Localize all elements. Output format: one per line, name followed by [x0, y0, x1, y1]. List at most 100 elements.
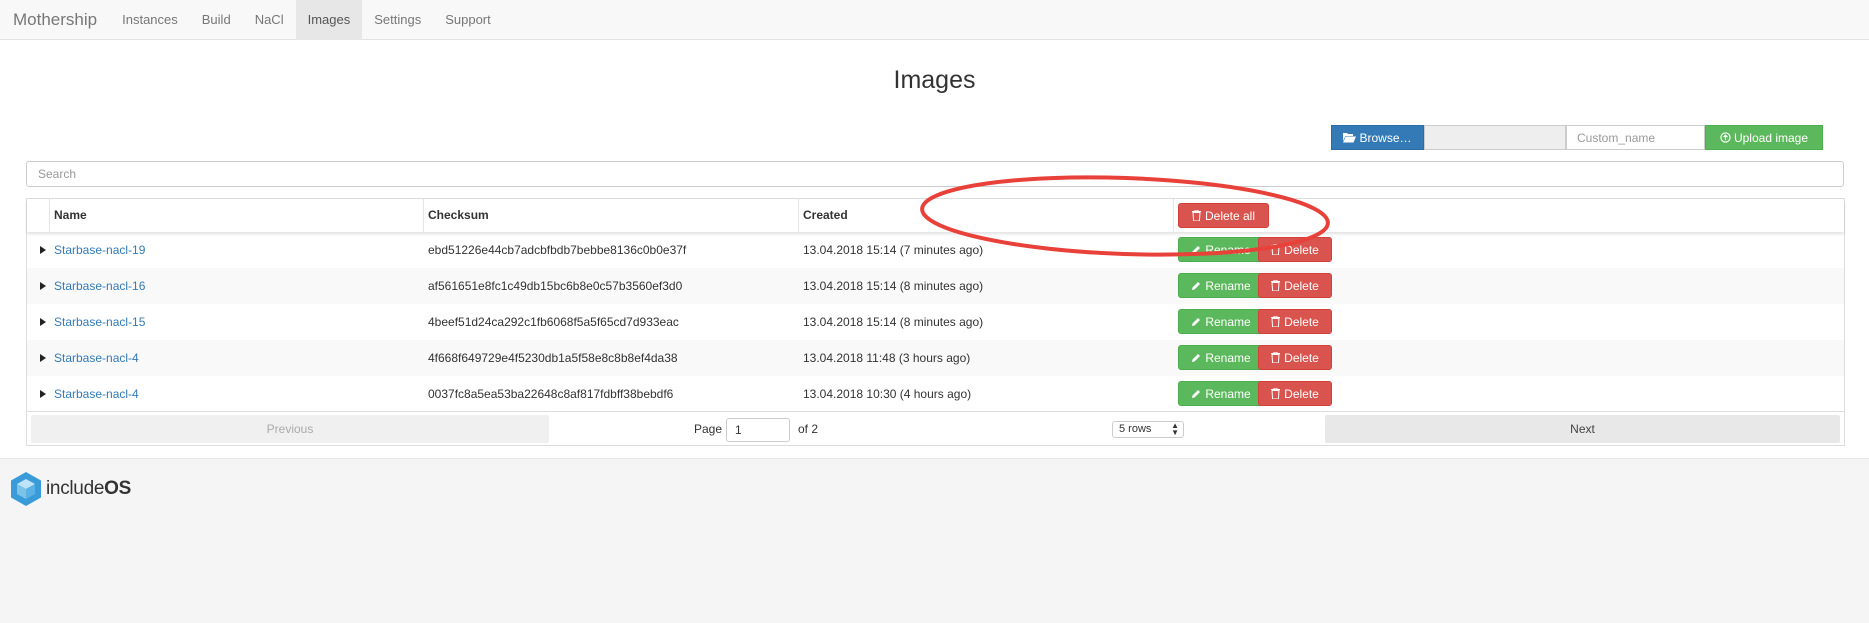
top-navbar: Mothership Instances Build NaCl Images S…: [0, 0, 1869, 40]
images-table: Name Checksum Created Delete all Starbas…: [26, 198, 1845, 446]
next-button[interactable]: Next: [1325, 415, 1840, 443]
created-cell: 13.04.2018 15:14 (7 minutes ago): [803, 243, 984, 257]
previous-button[interactable]: Previous: [31, 415, 549, 443]
search-input[interactable]: [26, 161, 1844, 187]
rename-label: Rename: [1205, 314, 1251, 329]
checksum-cell: af561651e8fc1c49db15bc6b8e0c57b3560ef3d0: [428, 279, 683, 293]
includeos-logo: includeOS: [10, 471, 131, 507]
delete-label: Delete: [1284, 278, 1319, 293]
delete-button[interactable]: Delete: [1258, 237, 1332, 262]
column-divider: [423, 199, 424, 232]
rows-per-page-value: 5 rows: [1119, 423, 1152, 435]
table-row: Starbase-nacl-16 af561651e8fc1c49db15bc6…: [27, 268, 1844, 304]
delete-all-label: Delete all: [1204, 208, 1256, 223]
image-name-link[interactable]: Starbase-nacl-15: [54, 304, 145, 340]
trash-icon: [1271, 316, 1281, 327]
header-created[interactable]: Created: [803, 199, 848, 232]
nav-nacl[interactable]: NaCl: [243, 0, 296, 40]
cube-logo-icon: [11, 472, 41, 506]
image-name-link[interactable]: Starbase-nacl-4: [54, 340, 139, 376]
checksum-cell: 0037fc8a5ea53ba22648c8af817fdbff38bebdf6: [428, 387, 674, 401]
rename-label: Rename: [1205, 278, 1251, 293]
logo-text-include: include: [46, 478, 105, 499]
page-label: Page: [694, 422, 723, 436]
upload-image-button[interactable]: Upload image: [1705, 125, 1823, 150]
table-row: Starbase-nacl-4 0037fc8a5ea53ba22648c8af…: [27, 376, 1844, 412]
checksum-cell: ebd51226e44cb7adcbfbdb7bebbe8136c0b0e37f: [428, 243, 687, 257]
nav-settings[interactable]: Settings: [362, 0, 433, 40]
image-name-link[interactable]: Starbase-nacl-19: [54, 232, 145, 268]
delete-label: Delete: [1284, 314, 1319, 329]
checksum-cell: 4beef51d24ca292c1fb6068f5a5f65cd7d933eac: [428, 315, 679, 329]
upload-label: Upload image: [1733, 130, 1809, 145]
rename-button[interactable]: Rename: [1178, 237, 1264, 262]
expand-caret-icon[interactable]: [40, 354, 46, 362]
header-name[interactable]: Name: [54, 199, 87, 232]
trash-icon: [1271, 352, 1281, 363]
delete-button[interactable]: Delete: [1258, 273, 1332, 298]
delete-button[interactable]: Delete: [1258, 381, 1332, 406]
table-header: Name Checksum Created Delete all: [27, 199, 1844, 232]
delete-label: Delete: [1284, 386, 1319, 401]
image-name-link[interactable]: Starbase-nacl-4: [54, 376, 139, 412]
expand-caret-icon[interactable]: [40, 282, 46, 290]
delete-button[interactable]: Delete: [1258, 345, 1332, 370]
created-cell: 13.04.2018 15:14 (8 minutes ago): [803, 279, 984, 293]
header-checksum[interactable]: Checksum: [428, 199, 489, 232]
expand-caret-icon[interactable]: [40, 318, 46, 326]
nav-build[interactable]: Build: [190, 0, 243, 40]
rename-label: Rename: [1205, 242, 1251, 257]
folder-open-icon: [1343, 133, 1357, 143]
column-divider: [1173, 199, 1174, 232]
table-row: Starbase-nacl-4 4f668f649729e4f5230db1a5…: [27, 340, 1844, 376]
rename-button[interactable]: Rename: [1178, 273, 1264, 298]
pencil-icon: [1192, 317, 1201, 326]
expand-caret-icon[interactable]: [40, 246, 46, 254]
footer: includeOS: [0, 458, 1869, 623]
page-title: Images: [893, 66, 976, 94]
trash-icon: [1271, 280, 1281, 291]
checksum-cell: 4f668f649729e4f5230db1a5f58e8c8b8ef4da38: [428, 351, 678, 365]
rename-button[interactable]: Rename: [1178, 381, 1264, 406]
delete-button[interactable]: Delete: [1258, 309, 1332, 334]
browse-button[interactable]: Browse…: [1331, 125, 1424, 150]
delete-label: Delete: [1284, 350, 1319, 365]
column-divider: [49, 199, 50, 232]
page-number-input[interactable]: [726, 418, 790, 442]
select-arrows-icon: ▲ ▼: [1171, 421, 1179, 437]
nav-images[interactable]: Images: [295, 0, 363, 40]
delete-label: Delete: [1284, 242, 1319, 257]
created-cell: 13.04.2018 10:30 (4 hours ago): [803, 387, 972, 401]
page-count-label: of 2: [798, 422, 819, 436]
table-row: Starbase-nacl-15 4beef51d24ca292c1fb6068…: [27, 304, 1844, 340]
upload-circle-icon: [1720, 132, 1731, 143]
column-divider: [798, 199, 799, 232]
trash-icon: [1191, 210, 1201, 221]
nav-support[interactable]: Support: [433, 0, 503, 40]
rename-label: Rename: [1205, 350, 1251, 365]
trash-icon: [1271, 244, 1281, 255]
rows-per-page-select[interactable]: 5 rows ▲ ▼: [1112, 421, 1184, 438]
expand-caret-icon[interactable]: [40, 390, 46, 398]
selected-file-display: [1424, 125, 1566, 150]
nav-instances[interactable]: Instances: [110, 0, 190, 40]
created-cell: 13.04.2018 11:48 (3 hours ago): [803, 351, 971, 365]
rename-button[interactable]: Rename: [1178, 309, 1264, 334]
logo-text-os: OS: [104, 478, 131, 499]
browse-label: Browse…: [1359, 130, 1412, 145]
trash-icon: [1271, 388, 1281, 399]
custom-name-input[interactable]: [1566, 125, 1705, 150]
pencil-icon: [1192, 389, 1201, 398]
table-row: Starbase-nacl-19 ebd51226e44cb7adcbfbdb7…: [27, 232, 1844, 268]
logo-wordmark: includeOS: [46, 478, 131, 500]
pencil-icon: [1192, 353, 1201, 362]
pencil-icon: [1192, 245, 1201, 254]
image-name-link[interactable]: Starbase-nacl-16: [54, 268, 145, 304]
delete-all-button[interactable]: Delete all: [1178, 203, 1269, 228]
created-cell: 13.04.2018 15:14 (8 minutes ago): [803, 315, 984, 329]
pencil-icon: [1192, 281, 1201, 290]
brand-link[interactable]: Mothership: [0, 0, 110, 40]
rename-button[interactable]: Rename: [1178, 345, 1264, 370]
rename-label: Rename: [1205, 386, 1251, 401]
pagination: Previous Page of 2 5 rows ▲▼ Next: [27, 411, 1844, 445]
